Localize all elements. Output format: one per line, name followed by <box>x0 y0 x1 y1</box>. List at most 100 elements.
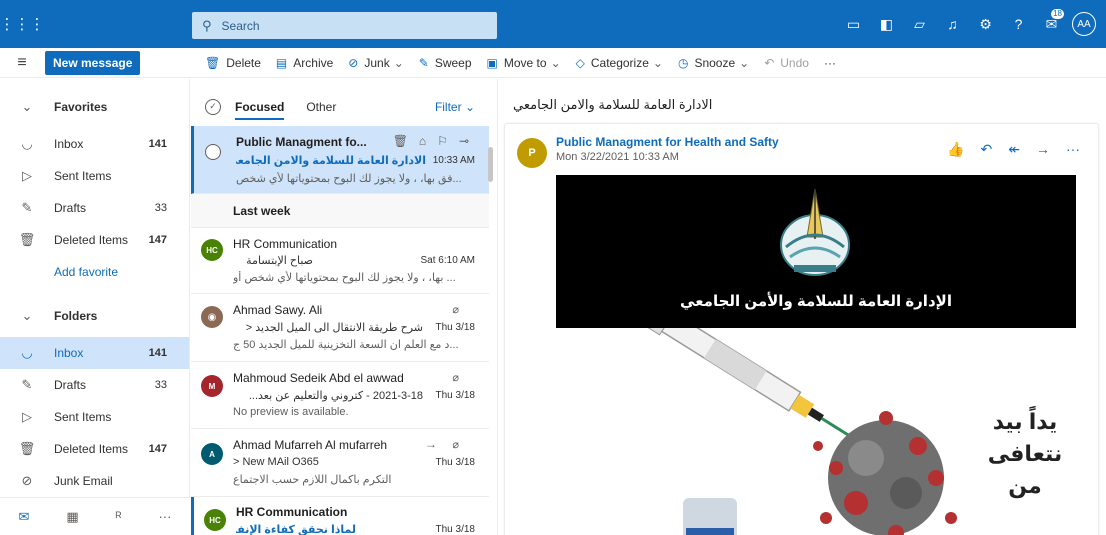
trash-icon: 🗑 <box>205 56 221 70</box>
people-icon[interactable]: ᴿ <box>116 509 122 524</box>
delete-button[interactable]: 🗑 Delete <box>205 56 261 70</box>
trash-icon[interactable]: 🗑 <box>393 134 408 148</box>
app-launcher-icon[interactable]: ⋮⋮⋮ <box>0 0 45 48</box>
archive-button[interactable]: ▤ Archive <box>276 56 333 70</box>
time: 10:33 AM <box>432 155 475 166</box>
chevron-down-icon: ⌄ <box>550 56 561 70</box>
sender-avatar[interactable]: P <box>517 138 547 168</box>
folder-item-junk[interactable]: ⊘ Junk Email <box>0 465 189 497</box>
more-icon[interactable]: ··· <box>1066 141 1080 158</box>
more-actions-button[interactable]: ··· <box>824 56 836 70</box>
reply-icon[interactable]: ↶ <box>981 141 993 158</box>
search-box[interactable]: ⚲ Search <box>192 12 497 39</box>
filter-button[interactable]: Filter ⌄ <box>435 100 475 114</box>
select-checkbox[interactable] <box>205 144 221 160</box>
sender-name: HR Communication <box>233 237 338 251</box>
list-item[interactable]: HC HR Communication لماذا نحقق كفاءة الإ… <box>191 497 489 535</box>
paperclip-icon: ⌀ <box>452 304 459 316</box>
subject: لماذا نحقق كفاءة الإنفاق...؟ <box>236 524 356 535</box>
paperclip-icon: ⌀ <box>452 372 459 384</box>
chevron-down-icon: ⌄ <box>21 99 33 114</box>
sender-name: Ahmad Sawy. Ali <box>233 303 323 317</box>
add-favorite-link[interactable]: Add favorite <box>0 256 189 288</box>
scrollbar-thumb[interactable] <box>488 147 493 182</box>
envelope-open-icon[interactable]: ⌂ <box>419 134 426 148</box>
list-item[interactable]: Public Managment fo... 🗑 ⌂ ⚐ ⊸ الادارة ا… <box>191 126 489 194</box>
nav-item-drafts[interactable]: ✎ Drafts 33 <box>0 192 189 224</box>
bell-icon[interactable]: ♫ <box>936 0 969 48</box>
folder-item-drafts[interactable]: ✎ Drafts 33 <box>0 369 189 401</box>
sender-name: HR Communication <box>236 505 348 519</box>
preview: التكرم باكمال اللازم حسب الاجتماع <box>233 474 392 486</box>
gear-icon[interactable]: ⚙ <box>969 0 1002 48</box>
paperclip-icon: ⌀ <box>452 439 459 451</box>
banner-text: الإدارة العامة للسلامة والأمن الجامعي <box>680 293 952 310</box>
time: Thu 3/18 <box>435 322 475 333</box>
vaccine-graphic: VACCINE يداً بيد نتعافى من <box>556 328 1076 535</box>
new-message-button[interactable]: New message <box>45 50 141 75</box>
message-banner-image: الإدارة العامة للسلامة والأمن الجامعي <box>556 175 1076 328</box>
tab-focused[interactable]: Focused <box>235 100 285 120</box>
tab-other[interactable]: Other <box>306 100 336 114</box>
reply-all-icon[interactable]: ↞ <box>1008 141 1020 158</box>
preview: ... بها، ، ولا يجوز لك البوح بمحتوياتها … <box>233 272 456 284</box>
sweep-button[interactable]: ✎ Sweep <box>419 56 472 70</box>
folder-item-deleted[interactable]: 🗑 Deleted Items 147 <box>0 433 189 465</box>
inbox-icon: ◡ <box>21 345 33 360</box>
move-to-button[interactable]: ▣ Move to ⌄ <box>487 56 561 70</box>
avatar: HC <box>204 509 226 531</box>
time: Sat 6:10 AM <box>420 255 475 266</box>
forwarded-icon: → <box>425 437 437 451</box>
categorize-button[interactable]: ◇ Categorize ⌄ <box>576 56 663 70</box>
command-actions: 🗑 Delete ▤ Archive ⊘ Junk ⌄ ✎ Sweep ▣ Move to ⌄… <box>205 48 851 78</box>
calendar-icon[interactable]: ▦ <box>66 509 78 525</box>
snooze-button[interactable]: ◷ Snooze ⌄ <box>678 56 749 70</box>
meet-now-icon[interactable]: ▭ <box>837 0 870 48</box>
list-item[interactable]: ◉ Ahmad Sawy. Ali ⌀ شرح طريقة الانتقال ا… <box>191 294 489 362</box>
undo-button[interactable]: ↶ Undo <box>764 56 809 70</box>
sender-name[interactable]: Public Managment for Health and Safty <box>556 135 779 149</box>
slogan-text: يداً بيد نتعافى من <box>987 409 1063 498</box>
message-date: Mon 3/22/2021 10:33 AM <box>556 151 679 163</box>
block-icon: ⊘ <box>21 473 33 488</box>
more-apps-icon[interactable]: ··· <box>158 509 171 524</box>
time: Thu 3/18 <box>435 457 475 468</box>
forward-icon[interactable]: → <box>1036 141 1050 158</box>
list-item[interactable]: HC HR Communication صباح الإبتسامة Sat 6… <box>191 228 489 294</box>
broom-icon: ✎ <box>418 56 429 70</box>
help-icon[interactable]: ? <box>1002 0 1035 48</box>
list-item[interactable]: M Mahmoud Sedeik Abd el awwad ⌀ 2021-3-1… <box>191 362 489 429</box>
nav-item-deleted[interactable]: 🗑 Deleted Items 147 <box>0 224 189 256</box>
office-icon[interactable]: ◧ <box>870 0 903 48</box>
select-all-checkbox[interactable]: ✓ <box>205 98 221 115</box>
trash-icon: 🗑 <box>18 232 36 247</box>
hamburger-icon[interactable]: ≡ <box>0 54 44 72</box>
folder-item-inbox[interactable]: ◡ Inbox 141 <box>0 337 189 369</box>
junk-button[interactable]: ⊘ Junk ⌄ <box>348 56 403 70</box>
folders-header[interactable]: ⌄ Folders <box>0 300 189 332</box>
subject: شرح طريقة الانتقال الى الميل الجديد < <box>245 322 423 334</box>
chevron-down-icon: ⌄ <box>652 56 663 70</box>
like-icon[interactable]: 👍 <box>947 141 964 158</box>
command-bar: ≡ New message 🗑 Delete ▤ Archive ⊘ Junk ⌄ ✎ S… <box>0 48 1106 78</box>
mail-icon[interactable]: ✉ <box>18 509 29 525</box>
chevron-down-icon: ⌄ <box>393 56 404 70</box>
preview: No preview is available. <box>233 406 349 418</box>
nav-item-sent[interactable]: ▷ Sent Items <box>0 160 189 192</box>
feedback-icon[interactable]: ✉ 18 <box>1035 0 1068 48</box>
list-item[interactable]: A Ahmad Mufarreh Al mufarreh → ⌀ > New M… <box>191 429 489 497</box>
top-icons: ▭ ◧ ▱ ♫ ⚙ ? ✉ 18 AA <box>837 0 1106 48</box>
folder-item-sent[interactable]: ▷ Sent Items <box>0 401 189 433</box>
search-placeholder: Search <box>221 18 260 33</box>
university-seal-logo <box>780 188 850 276</box>
my-day-icon[interactable]: ▱ <box>903 0 936 48</box>
flag-icon[interactable]: ⚐ <box>437 134 448 148</box>
pin-icon[interactable]: ⊸ <box>459 134 469 148</box>
user-avatar[interactable]: AA <box>1072 12 1096 36</box>
avatar: M <box>201 375 223 397</box>
nav-item-inbox[interactable]: ◡ Inbox 141 <box>0 128 189 160</box>
subject: صباح الإبتسامة <box>246 255 313 267</box>
favorites-header[interactable]: ⌄ Favorites <box>0 91 189 123</box>
undo-icon: ↶ <box>764 56 775 70</box>
tag-icon: ◇ <box>575 56 585 70</box>
